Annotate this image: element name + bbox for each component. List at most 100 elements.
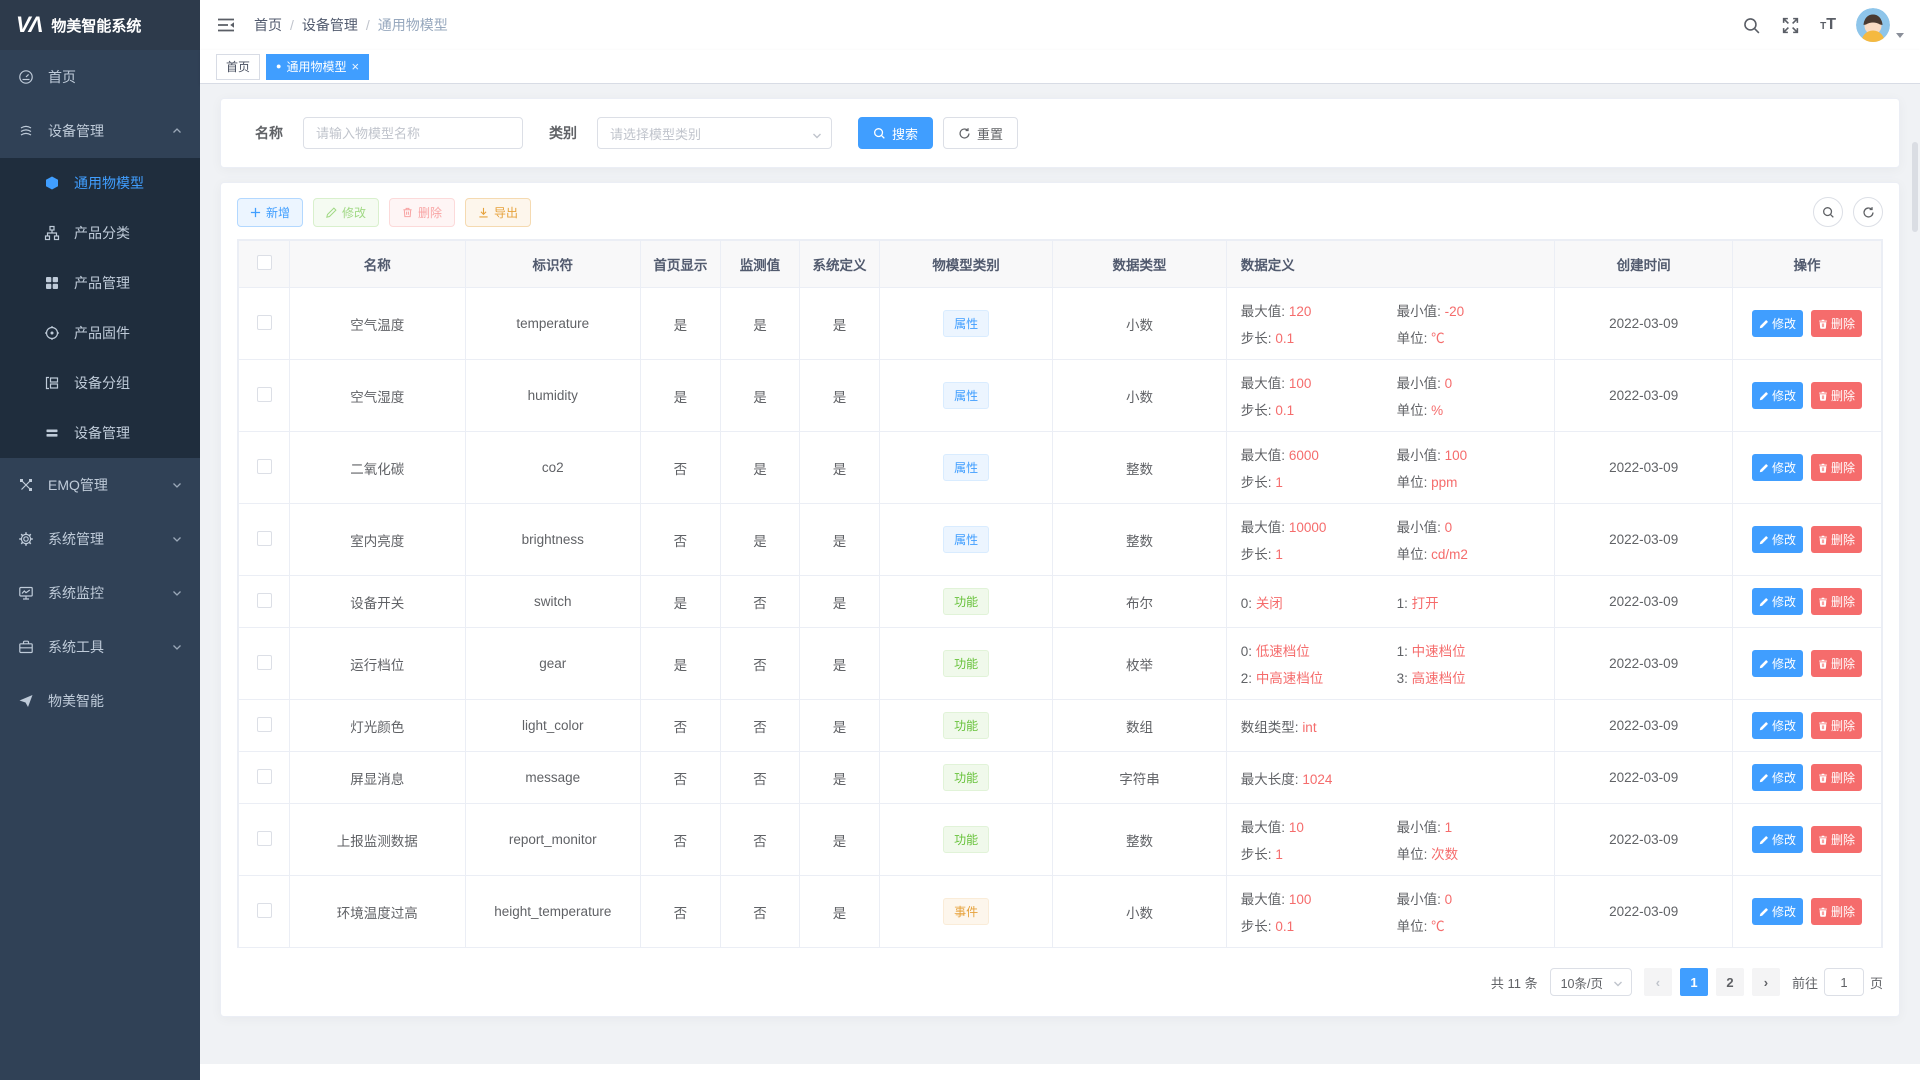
row-edit-button[interactable]: 修改 <box>1752 826 1803 853</box>
filter-card: 名称 类别 请选择模型类别 搜索 重置 <box>220 98 1900 168</box>
category-filter-select[interactable]: 请选择模型类别 <box>597 117 832 149</box>
row-checkbox[interactable] <box>257 831 272 846</box>
row-delete-button[interactable]: 删除 <box>1811 588 1862 615</box>
export-button[interactable]: 导出 <box>465 198 531 227</box>
collapse-sidebar-icon[interactable] <box>216 15 236 35</box>
page-size-select[interactable]: 10条/页 <box>1550 968 1632 996</box>
sidebar-item-device-management[interactable]: 设备管理 <box>0 104 200 158</box>
sidebar-item-product-category[interactable]: 产品分类 <box>0 208 200 258</box>
header-model-category: 物模型类别 <box>879 241 1052 288</box>
cell-actions: 修改删除 <box>1732 288 1881 360</box>
pager-page-1[interactable]: 1 <box>1680 968 1708 996</box>
table-row: 运行档位gear是否是功能枚举0: 低速档位1: 中速档位2: 中高速档位3: … <box>239 628 1882 700</box>
select-all-checkbox[interactable] <box>257 255 272 270</box>
row-delete-button[interactable]: 删除 <box>1811 826 1862 853</box>
cell-name: 空气温度 <box>290 288 466 360</box>
data-def-item: 0: 低速档位 <box>1241 640 1391 660</box>
sidebar-item-device-group[interactable]: 设备分组 <box>0 358 200 408</box>
table-row: 屏显消息message否否是功能字符串最大长度: 10242022-03-09修… <box>239 752 1882 804</box>
add-button[interactable]: 新增 <box>237 198 303 227</box>
row-checkbox[interactable] <box>257 593 272 608</box>
cell-actions: 修改删除 <box>1732 752 1881 804</box>
cell-actions: 修改删除 <box>1732 804 1881 876</box>
row-delete-button[interactable]: 删除 <box>1811 764 1862 791</box>
sidebar-item-system-tools[interactable]: 系统工具 <box>0 620 200 674</box>
sidebar-item-system-monitor[interactable]: 系统监控 <box>0 566 200 620</box>
cell-data-definition: 最大值: 6000最小值: 100步长: 1单位: ppm <box>1226 432 1555 504</box>
sidebar-item-device-list[interactable]: 设备管理 <box>0 408 200 458</box>
pager-next-button[interactable]: › <box>1752 968 1780 996</box>
data-def-item: 单位: cd/m2 <box>1397 543 1547 563</box>
cell-identifier: light_color <box>465 700 641 752</box>
search-button[interactable]: 搜索 <box>858 117 933 149</box>
edit-button[interactable]: 修改 <box>313 198 379 227</box>
row-delete-button[interactable]: 删除 <box>1811 310 1862 337</box>
reset-button[interactable]: 重置 <box>943 117 1018 149</box>
category-badge: 功能 <box>943 650 989 677</box>
sidebar-item-emq[interactable]: EMQ管理 <box>0 458 200 512</box>
delete-button[interactable]: 删除 <box>389 198 455 227</box>
cell-identifier: message <box>465 752 641 804</box>
cell-identifier: gear <box>465 628 641 700</box>
tab-thing-model[interactable]: ● 通用物模型 × <box>266 54 369 80</box>
name-filter-input[interactable] <box>303 117 523 149</box>
row-edit-button[interactable]: 修改 <box>1752 526 1803 553</box>
row-delete-button[interactable]: 删除 <box>1811 382 1862 409</box>
tab-home[interactable]: 首页 <box>216 54 260 80</box>
row-checkbox[interactable] <box>257 459 272 474</box>
table-card: 新增 修改 删除 导出 <box>220 182 1900 1017</box>
refresh-button[interactable] <box>1853 197 1883 227</box>
category-badge: 属性 <box>943 310 989 337</box>
row-checkbox[interactable] <box>257 717 272 732</box>
row-edit-button[interactable]: 修改 <box>1752 764 1803 791</box>
breadcrumb-device-management[interactable]: 设备管理 <box>302 15 358 35</box>
active-dot-icon: ● <box>276 62 281 71</box>
row-edit-button[interactable]: 修改 <box>1752 898 1803 925</box>
row-edit-button[interactable]: 修改 <box>1752 310 1803 337</box>
breadcrumb-home[interactable]: 首页 <box>254 15 282 35</box>
sidebar-item-thing-model[interactable]: 通用物模型 <box>0 158 200 208</box>
row-delete-button[interactable]: 删除 <box>1811 454 1862 481</box>
row-delete-button[interactable]: 删除 <box>1811 712 1862 739</box>
row-delete-button[interactable]: 删除 <box>1811 526 1862 553</box>
user-menu[interactable] <box>1856 8 1904 42</box>
row-checkbox[interactable] <box>257 315 272 330</box>
row-delete-button[interactable]: 删除 <box>1811 650 1862 677</box>
row-edit-button[interactable]: 修改 <box>1752 712 1803 739</box>
table-row: 空气温度temperature是是是属性小数最大值: 120最小值: -20步长… <box>239 288 1882 360</box>
font-size-icon[interactable]: TT <box>1820 16 1836 34</box>
row-edit-button[interactable]: 修改 <box>1752 454 1803 481</box>
fullscreen-icon[interactable] <box>1781 16 1800 35</box>
pager-prev-button[interactable]: ‹ <box>1644 968 1672 996</box>
close-tab-icon[interactable]: × <box>351 60 359 73</box>
sidebar-item-product-firmware[interactable]: 产品固件 <box>0 308 200 358</box>
row-edit-button[interactable]: 修改 <box>1752 382 1803 409</box>
sidebar-item-system-management[interactable]: 系统管理 <box>0 512 200 566</box>
row-edit-button[interactable]: 修改 <box>1752 650 1803 677</box>
avatar[interactable] <box>1856 8 1890 42</box>
cell-data-type: 整数 <box>1053 432 1226 504</box>
goto-page-input[interactable] <box>1824 968 1864 996</box>
sidebar-item-product-management[interactable]: 产品管理 <box>0 258 200 308</box>
vertical-scrollbar[interactable] <box>1912 142 1918 232</box>
chevron-down-icon <box>1613 978 1623 992</box>
sidebar-item-home[interactable]: 首页 <box>0 50 200 104</box>
cell-actions: 修改删除 <box>1732 432 1881 504</box>
grid-icon <box>44 275 60 291</box>
row-checkbox[interactable] <box>257 903 272 918</box>
logo-bar: VΛ 物美智能系统 <box>0 0 200 50</box>
row-checkbox[interactable] <box>257 387 272 402</box>
data-def-item: 步长: 1 <box>1241 843 1391 863</box>
row-checkbox[interactable] <box>257 531 272 546</box>
pager-page-2[interactable]: 2 <box>1716 968 1744 996</box>
sidebar-item-wumei-smart[interactable]: 物美智能 <box>0 674 200 728</box>
row-checkbox[interactable] <box>257 769 272 784</box>
chevron-down-icon <box>812 129 822 139</box>
data-def-item: 最大长度: 1024 <box>1241 768 1391 788</box>
row-edit-button[interactable]: 修改 <box>1752 588 1803 615</box>
monitor-icon <box>18 585 34 601</box>
toggle-search-button[interactable] <box>1813 197 1843 227</box>
row-delete-button[interactable]: 删除 <box>1811 898 1862 925</box>
header-search-icon[interactable] <box>1742 16 1761 35</box>
row-checkbox[interactable] <box>257 655 272 670</box>
